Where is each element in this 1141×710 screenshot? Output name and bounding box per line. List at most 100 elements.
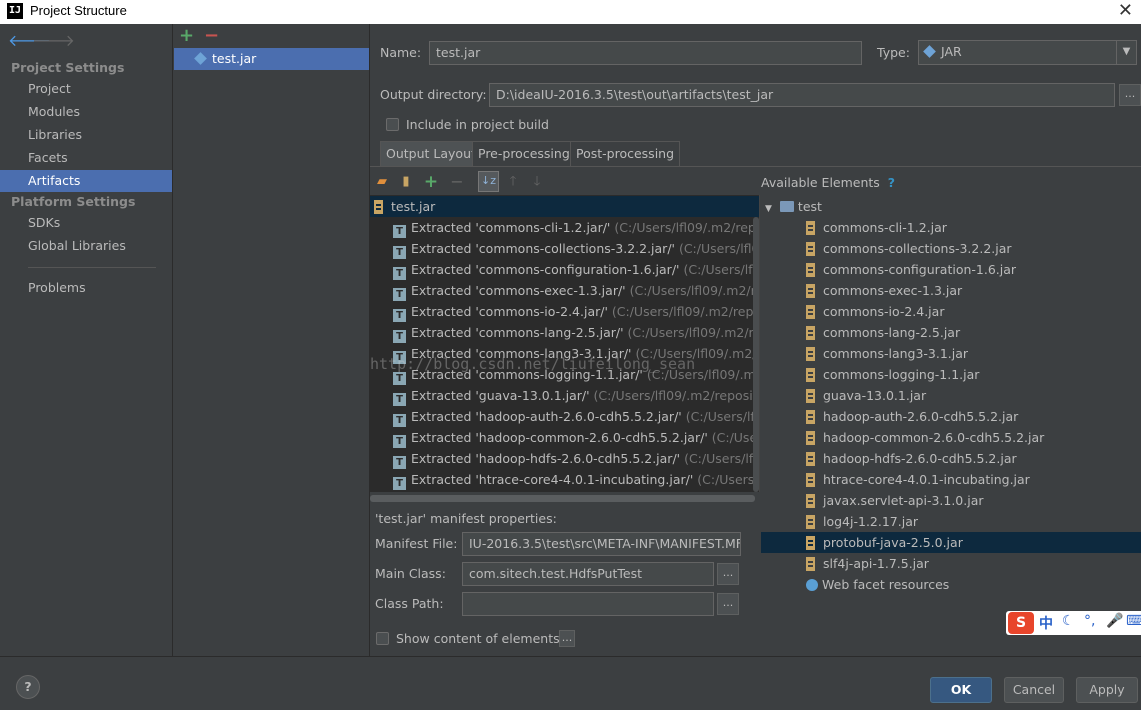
moon-icon[interactable]: ☾ (1062, 613, 1075, 629)
type-select[interactable]: JAR ▼ (918, 40, 1137, 65)
nav-item-artifacts[interactable]: Artifacts (0, 170, 172, 192)
expand-arrow-icon[interactable]: ▼ (765, 204, 772, 214)
new-archive-icon[interactable]: ▮ (397, 173, 415, 191)
remove-artifact-icon[interactable]: − (204, 25, 219, 46)
nav-item-problems[interactable]: Problems (0, 277, 172, 299)
layout-row[interactable]: T Extracted 'commons-collections-3.2.2.ja… (370, 238, 760, 259)
remove-element-icon[interactable]: − (448, 173, 466, 191)
window-title: Project Structure (30, 3, 127, 18)
artifact-item[interactable]: test.jar (174, 48, 369, 70)
new-folder-icon[interactable]: ▰ (373, 173, 391, 191)
available-item[interactable]: commons-lang3-3.1.jar (761, 343, 1141, 364)
layout-row[interactable]: T Extracted 'commons-logging-1.1.jar/' (C… (370, 364, 760, 385)
output-layout-tree[interactable]: test.jar T Extracted 'commons-cli-1.2.jar… (370, 195, 760, 505)
jar-library-icon (806, 515, 815, 529)
layout-row[interactable]: T Extracted 'hadoop-auth-2.6.0-cdh5.5.2.j… (370, 406, 760, 427)
cancel-button[interactable]: Cancel (1004, 677, 1064, 703)
help-icon[interactable]: ? (888, 175, 895, 190)
available-item-label: commons-logging-1.1.jar (823, 367, 980, 382)
tab-pre-processing[interactable]: Pre-processing (472, 141, 576, 167)
nav-item-global-libraries[interactable]: Global Libraries (0, 235, 172, 257)
sort-elements-icon[interactable]: ↓z (478, 171, 499, 192)
jar-library-icon (806, 389, 815, 403)
show-content-options-button[interactable]: ... (559, 630, 575, 647)
name-input[interactable]: test.jar (429, 41, 862, 65)
add-element-icon[interactable]: + (422, 173, 440, 191)
nav-item-sdks[interactable]: SDKs (0, 212, 172, 234)
available-item[interactable]: hadoop-common-2.6.0-cdh5.5.2.jar (761, 427, 1141, 448)
sogou-logo-icon[interactable]: S (1008, 612, 1034, 634)
module-folder-icon (779, 201, 794, 212)
main-class-input[interactable]: com.sitech.test.HdfsPutTest (462, 562, 714, 586)
available-item[interactable]: slf4j-api-1.7.5.jar (761, 553, 1141, 574)
tree-root-row[interactable]: test.jar (370, 196, 760, 217)
microphone-icon[interactable]: 🎤 (1106, 613, 1123, 629)
browse-main-class-button[interactable]: ... (717, 563, 739, 585)
include-build-checkbox[interactable] (386, 118, 399, 131)
tab-output-layout[interactable]: Output Layout (380, 141, 482, 167)
layout-row-name: Extracted 'hadoop-auth-2.6.0-cdh5.5.2.ja… (411, 409, 682, 424)
available-item[interactable]: hadoop-hdfs-2.6.0-cdh5.5.2.jar (761, 448, 1141, 469)
show-content-checkbox[interactable] (376, 632, 389, 645)
chevron-down-icon[interactable]: ▼ (1116, 41, 1136, 64)
layout-row[interactable]: T Extracted 'commons-configuration-1.6.ja… (370, 259, 760, 280)
nav-item-modules[interactable]: Modules (0, 101, 172, 123)
available-item[interactable]: commons-io-2.4.jar (761, 301, 1141, 322)
available-item[interactable]: commons-exec-1.3.jar (761, 280, 1141, 301)
manifest-file-input[interactable]: IU-2016.3.5\test\src\META-INF\MANIFEST.M… (462, 532, 741, 556)
available-elements-tree[interactable]: ▼ test commons-cli-1.2.jar commons-collect… (761, 195, 1141, 605)
punctuation-icon[interactable]: °, (1084, 613, 1095, 629)
jar-library-icon (806, 263, 815, 277)
vertical-scrollbar[interactable] (753, 217, 759, 492)
output-directory-input[interactable]: D:\ideaIU-2016.3.5\test\out\artifacts\te… (489, 83, 1115, 107)
web-facet-resources-item[interactable]: Web facet resources (761, 574, 1141, 595)
help-button[interactable]: ? (16, 675, 40, 699)
layout-row[interactable]: T Extracted 'guava-13.0.1.jar/' (C:/Users… (370, 385, 760, 406)
nav-item-facets[interactable]: Facets (0, 147, 172, 169)
layout-row[interactable]: T Extracted 'htrace-core4-4.0.1-incubatin… (370, 469, 760, 490)
layout-row[interactable]: T Extracted 'hadoop-common-2.6.0-cdh5.5.2… (370, 427, 760, 448)
tab-post-processing[interactable]: Post-processing (570, 141, 681, 167)
jar-type-icon (923, 45, 936, 58)
available-item[interactable]: guava-13.0.1.jar (761, 385, 1141, 406)
layout-row[interactable]: T Extracted 'commons-cli-1.2.jar/' (C:/Us… (370, 217, 760, 238)
move-down-icon[interactable]: 🡓 (528, 173, 546, 191)
available-root-row[interactable]: ▼ test (761, 196, 1141, 217)
available-item[interactable]: hadoop-auth-2.6.0-cdh5.5.2.jar (761, 406, 1141, 427)
nav-item-project[interactable]: Project (0, 78, 172, 100)
available-item[interactable]: javax.servlet-api-3.1.0.jar (761, 490, 1141, 511)
available-item[interactable]: commons-logging-1.1.jar (761, 364, 1141, 385)
layout-row[interactable]: T Extracted 'hadoop-hdfs-2.6.0-cdh5.5.2.j… (370, 448, 760, 469)
keyboard-icon[interactable]: ⌨ (1126, 613, 1141, 629)
class-path-input[interactable] (462, 592, 714, 616)
browse-class-path-button[interactable]: ... (717, 593, 739, 615)
move-up-icon[interactable]: 🡑 (504, 173, 522, 191)
apply-button[interactable]: Apply (1076, 677, 1138, 703)
available-item[interactable]: commons-collections-3.2.2.jar (761, 238, 1141, 259)
add-artifact-icon[interactable]: + (179, 25, 194, 46)
layout-row-path: (C:/Users/lfl09/.m2/repo (635, 346, 760, 361)
extracted-archive-icon: T (393, 477, 406, 490)
available-item[interactable]: log4j-1.2.17.jar (761, 511, 1141, 532)
ime-toolbar: S 中 ☾ °, 🎤 ⌨ (1006, 611, 1141, 635)
layout-row[interactable]: T Extracted 'commons-lang3-3.1.jar/' (C:/… (370, 343, 760, 364)
jar-library-icon (806, 431, 815, 445)
available-item[interactable]: protobuf-java-2.5.0.jar (761, 532, 1141, 553)
close-icon[interactable]: ✕ (1118, 0, 1133, 21)
scrollbar-thumb[interactable] (370, 495, 755, 502)
forward-arrow-icon[interactable]: 🡒 (32, 30, 75, 50)
available-item[interactable]: commons-cli-1.2.jar (761, 217, 1141, 238)
layout-row-path: (C:/Users/lfl09/.m2/rep (646, 367, 760, 382)
ok-button[interactable]: OK (930, 677, 992, 703)
available-item[interactable]: commons-configuration-1.6.jar (761, 259, 1141, 280)
ime-language-toggle[interactable]: 中 (1039, 613, 1053, 633)
nav-item-libraries[interactable]: Libraries (0, 124, 172, 146)
layout-row[interactable]: T Extracted 'commons-lang-2.5.jar/' (C:/U… (370, 322, 760, 343)
available-item[interactable]: commons-lang-2.5.jar (761, 322, 1141, 343)
layout-row[interactable]: T Extracted 'commons-io-2.4.jar/' (C:/Use… (370, 301, 760, 322)
horizontal-scrollbar[interactable] (370, 492, 760, 505)
browse-output-button[interactable]: ... (1119, 84, 1141, 106)
available-item-label: guava-13.0.1.jar (823, 388, 927, 403)
available-item[interactable]: htrace-core4-4.0.1-incubating.jar (761, 469, 1141, 490)
layout-row[interactable]: T Extracted 'commons-exec-1.3.jar/' (C:/U… (370, 280, 760, 301)
